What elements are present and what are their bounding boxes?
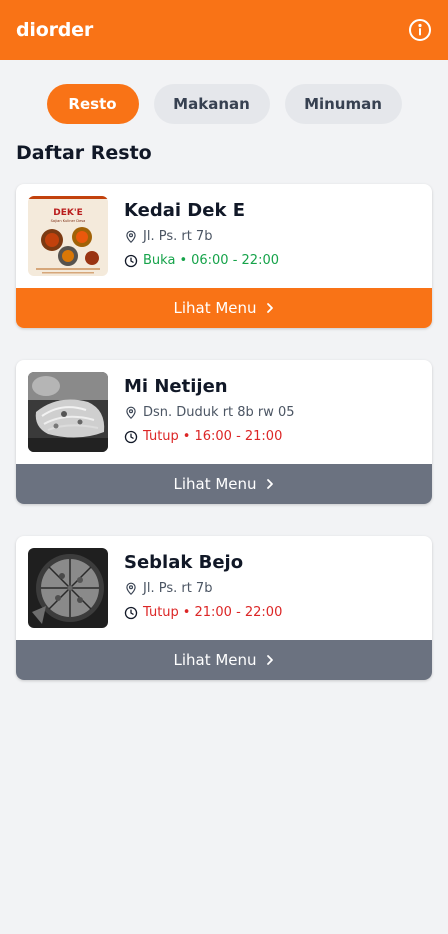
info-circle-icon	[409, 19, 431, 41]
restaurant-address: Jl. Ps. rt 7b	[124, 581, 212, 596]
app-title: diorder	[16, 19, 93, 41]
hours-text: 21:00 - 22:00	[194, 605, 283, 620]
status-separator: •	[179, 253, 188, 268]
restaurant-thumbnail	[28, 372, 108, 452]
hours-text: 06:00 - 22:00	[191, 253, 279, 268]
address-text: Jl. Ps. rt 7b	[143, 229, 213, 244]
status-text: Buka	[143, 253, 176, 268]
thumb-brand-text: DEK'E	[53, 208, 83, 218]
restaurant-hours: Tutup • 21:00 - 22:00	[124, 605, 282, 620]
chevron-right-icon	[266, 655, 273, 665]
restaurant-card-mi-netijen: Mi Netijen Dsn. Duduk rt 8b rw 05 Tutup …	[16, 360, 432, 504]
view-menu-label: Lihat Menu	[173, 299, 257, 317]
restaurant-address: Jl. Ps. rt 7b	[124, 229, 212, 244]
chevron-right-icon	[266, 303, 273, 313]
restaurant-name: Mi Netijen	[124, 376, 228, 397]
address-text: Dsn. Duduk rt 8b rw 05	[143, 405, 295, 420]
category-tabs: Resto Makanan Minuman	[0, 84, 448, 124]
tab-minuman[interactable]: Minuman	[284, 84, 402, 124]
restaurant-address: Dsn. Duduk rt 8b rw 05	[124, 405, 295, 420]
clock-icon	[124, 430, 138, 443]
map-pin-icon	[126, 230, 136, 243]
thumb-tagline-text: Sajian Kuliner Desa	[51, 219, 86, 223]
info-button[interactable]	[408, 18, 432, 42]
section-title: Daftar Resto	[16, 142, 152, 164]
view-menu-button[interactable]: Lihat Menu	[16, 288, 432, 328]
map-pin-icon	[126, 582, 136, 595]
tab-makanan[interactable]: Makanan	[153, 84, 270, 124]
restaurant-card-kedai-dek-e: DEK'E Sajian Kuliner Desa Kedai Dek E Jl…	[16, 184, 432, 328]
chevron-right-icon	[266, 479, 273, 489]
tab-resto[interactable]: Resto	[46, 84, 139, 124]
clock-icon	[124, 254, 138, 267]
restaurant-thumbnail	[28, 548, 108, 628]
view-menu-label: Lihat Menu	[173, 651, 257, 669]
restaurant-hours: Buka • 06:00 - 22:00	[124, 253, 279, 268]
view-menu-button[interactable]: Lihat Menu	[16, 464, 432, 504]
restaurant-name: Kedai Dek E	[124, 200, 245, 221]
status-separator: •	[182, 605, 191, 620]
restaurant-thumbnail: DEK'E Sajian Kuliner Desa	[28, 196, 108, 276]
status-text: Tutup	[143, 429, 179, 444]
status-text: Tutup	[143, 605, 179, 620]
restaurant-name: Seblak Bejo	[124, 552, 244, 573]
view-menu-button[interactable]: Lihat Menu	[16, 640, 432, 680]
app-bar: diorder	[0, 0, 448, 60]
status-separator: •	[182, 429, 191, 444]
address-text: Jl. Ps. rt 7b	[143, 581, 213, 596]
map-pin-icon	[126, 406, 136, 419]
restaurant-card-seblak-bejo: Seblak Bejo Jl. Ps. rt 7b Tutup • 21:00 …	[16, 536, 432, 680]
hours-text: 16:00 - 21:00	[194, 429, 283, 444]
view-menu-label: Lihat Menu	[173, 475, 257, 493]
restaurant-hours: Tutup • 16:00 - 21:00	[124, 429, 282, 444]
clock-icon	[124, 606, 138, 619]
